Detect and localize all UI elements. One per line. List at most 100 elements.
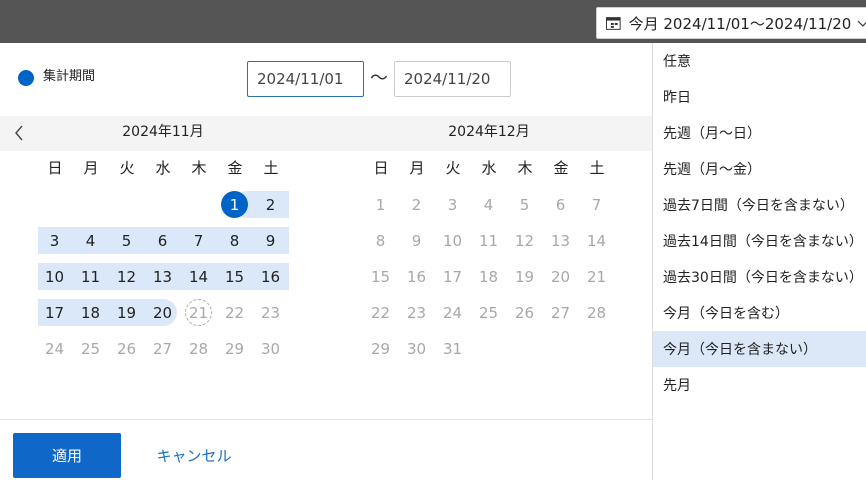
apply-button[interactable]: 適用: [13, 433, 121, 478]
month-title-left: 2024年11月: [122, 124, 204, 140]
prev-month-button[interactable]: [8, 121, 30, 145]
day-cell: 26: [116, 339, 137, 358]
day-cell-disabled: 8: [375, 231, 386, 250]
footer-divider: [0, 419, 652, 420]
chevron-left-icon: [15, 125, 23, 141]
day-cell: 29: [224, 339, 245, 358]
preset-item-label: 過去30日間（今日を含まない）: [663, 270, 863, 286]
day-cell[interactable]: 14: [185, 263, 212, 290]
day-cell[interactable]: 5: [113, 227, 140, 254]
day-cell[interactable]: 8: [221, 227, 248, 254]
right-weekday: 月: [409, 159, 425, 177]
day-cell-disabled: 19: [514, 267, 535, 286]
day-cell[interactable]: 17: [41, 299, 68, 326]
right-weekday: 火: [445, 159, 461, 177]
day-cell: 27: [152, 339, 173, 358]
day-cell-disabled: 26: [514, 303, 535, 322]
day-cell[interactable]: 10: [41, 263, 68, 290]
day-cell[interactable]: 7: [185, 227, 212, 254]
preset-item[interactable]: 先月: [653, 367, 866, 403]
day-cell-disabled: 15: [370, 267, 391, 286]
day-cell-disabled: 27: [550, 303, 571, 322]
day-cell-disabled: 4: [483, 195, 494, 214]
right-weekday: 土: [589, 159, 605, 177]
day-cell: 28: [188, 339, 209, 358]
day-cell-disabled: 21: [586, 267, 607, 286]
left-weekday: 金: [227, 159, 243, 177]
day-cell[interactable]: 16: [257, 263, 284, 290]
date-range-trigger[interactable]: 今月 2024/11/01〜2024/11/20: [596, 7, 866, 39]
preset-item[interactable]: 昨日: [653, 79, 866, 115]
day-cell-disabled: 24: [442, 303, 463, 322]
day-cell[interactable]: 19: [113, 299, 140, 326]
day-cell-disabled: 3: [447, 195, 458, 214]
chevron-down-icon: [857, 20, 866, 27]
day-cell-disabled: 12: [514, 231, 535, 250]
day-cell[interactable]: 9: [257, 227, 284, 254]
right-weekday: 金: [553, 159, 569, 177]
end-date-input[interactable]: [394, 61, 511, 97]
preset-item-label: 昨日: [663, 90, 691, 106]
preset-list: 任意昨日先週（月〜日） 先週（月〜金） 過去7日間（今日を含まない） 過去14日間（今…: [652, 43, 866, 480]
right-weekday: 水: [481, 159, 497, 177]
preset-item[interactable]: 今月（今日を含まない）: [653, 331, 866, 367]
day-cell[interactable]: 15: [221, 263, 248, 290]
day-cell[interactable]: 3: [41, 227, 68, 254]
start-date-input[interactable]: [247, 61, 364, 97]
preset-item[interactable]: 先週（月〜日）: [653, 115, 866, 151]
left-weekday: 水: [155, 159, 171, 177]
day-cell[interactable]: 4: [77, 227, 104, 254]
day-cell-disabled: 16: [406, 267, 427, 286]
day-cell-disabled: 17: [442, 267, 463, 286]
left-weekday: 日: [47, 159, 63, 177]
right-weekday: 木: [517, 159, 533, 177]
cancel-button[interactable]: キャンセル: [144, 433, 244, 478]
top-bar: 今月 2024/11/01〜2024/11/20: [0, 0, 866, 43]
preset-item[interactable]: 任意: [653, 43, 866, 79]
day-cell: 25: [80, 339, 101, 358]
day-cell-disabled: 23: [406, 303, 427, 322]
legend-dot: [18, 70, 34, 86]
day-cell-disabled: 10: [442, 231, 463, 250]
preset-item-label: 先週（月〜日）: [663, 126, 761, 142]
day-cell[interactable]: 18: [77, 299, 104, 326]
preset-item-label: 今月（今日を含む）: [663, 306, 789, 322]
day-cell[interactable]: 13: [149, 263, 176, 290]
day-cell[interactable]: 21: [185, 299, 212, 326]
day-cell-disabled: 11: [478, 231, 499, 250]
preset-item[interactable]: 過去30日間（今日を含まない）: [653, 259, 866, 295]
day-cell[interactable]: 11: [77, 263, 104, 290]
day-cell-disabled: 31: [442, 339, 463, 358]
preset-item-label: 先月: [663, 378, 691, 394]
left-weekday: 月: [83, 159, 99, 177]
day-cell-disabled: 14: [586, 231, 607, 250]
preset-item-label: 過去7日間（今日を含まない）: [663, 198, 854, 214]
left-weekday: 土: [263, 159, 279, 177]
preset-item[interactable]: 過去14日間（今日を含まない）: [653, 223, 866, 259]
preset-item-label: 任意: [663, 54, 691, 70]
left-weekday: 木: [191, 159, 207, 177]
day-cell-disabled: 25: [478, 303, 499, 322]
day-cell[interactable]: 12: [113, 263, 140, 290]
day-cell-disabled: 6: [555, 195, 566, 214]
day-cell-disabled: 28: [586, 303, 607, 322]
preset-item-label: 過去14日間（今日を含まない）: [663, 234, 863, 250]
day-cell[interactable]: 2: [257, 191, 284, 218]
month-title-right: 2024年12月: [448, 124, 530, 140]
legend-label: 集計期間: [43, 69, 96, 84]
day-cell-disabled: 29: [370, 339, 391, 358]
day-cell: 24: [44, 339, 65, 358]
day-cell[interactable]: 1: [221, 191, 248, 218]
day-cell[interactable]: 20: [149, 299, 176, 326]
day-cell-disabled: 2: [411, 195, 422, 214]
day-cell: 22: [224, 303, 245, 322]
range-separator: 〜: [370, 68, 388, 89]
preset-item[interactable]: 過去7日間（今日を含まない）: [653, 187, 866, 223]
day-cell: 23: [260, 303, 281, 322]
preset-item[interactable]: 今月（今日を含む）: [653, 295, 866, 331]
preset-item[interactable]: 先週（月〜金）: [653, 151, 866, 187]
day-cell-disabled: 22: [370, 303, 391, 322]
day-cell[interactable]: 6: [149, 227, 176, 254]
date-picker-panel: [0, 43, 652, 480]
preset-item-label: 先週（月〜金）: [663, 162, 761, 178]
